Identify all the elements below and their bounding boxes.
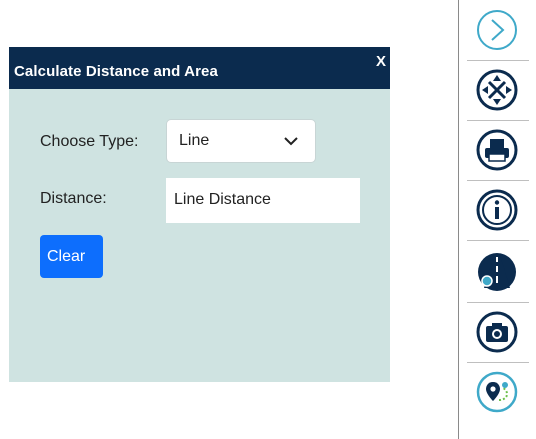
collapse-arrow-icon [477,10,517,50]
info-icon [476,189,518,231]
distance-label: Distance: [40,190,107,207]
dialog-title: Calculate Distance and Area [14,63,218,80]
route-button[interactable] [471,366,523,418]
toolbar-divider [467,180,529,181]
clear-button-label: Clear [47,248,86,265]
toolbar-divider [467,362,529,363]
distance-value: Line Distance [174,191,271,208]
print-icon [476,129,518,171]
distance-field[interactable]: Line Distance [166,178,360,223]
measure-button[interactable] [471,246,523,298]
chevron-down-icon [284,137,298,146]
measure-road-icon [478,253,516,291]
close-button[interactable]: X [376,53,386,70]
type-select-value: Line [179,132,210,149]
pan-icon [476,69,518,111]
toolbar-divider [467,240,529,241]
print-button[interactable] [471,124,523,176]
map-toolbar [458,0,536,439]
toolbar-divider [467,60,529,61]
dialog-header: Calculate Distance and Area X [9,47,390,89]
map-app-stage: Calculate Distance and Area X Choose Typ… [0,0,536,439]
info-button[interactable] [471,184,523,236]
route-icon [476,371,518,413]
collapse-toolbar-button[interactable] [471,4,523,56]
toolbar-divider [467,302,529,303]
screenshot-button[interactable] [471,306,523,358]
choose-type-label: Choose Type: [40,133,139,150]
pan-tool-button[interactable] [471,64,523,116]
toolbar-divider [467,120,529,121]
type-select[interactable]: Line [166,119,316,163]
screenshot-icon [476,311,518,353]
clear-button[interactable]: Clear [40,235,103,278]
calculate-distance-dialog: Calculate Distance and Area X Choose Typ… [9,47,390,382]
